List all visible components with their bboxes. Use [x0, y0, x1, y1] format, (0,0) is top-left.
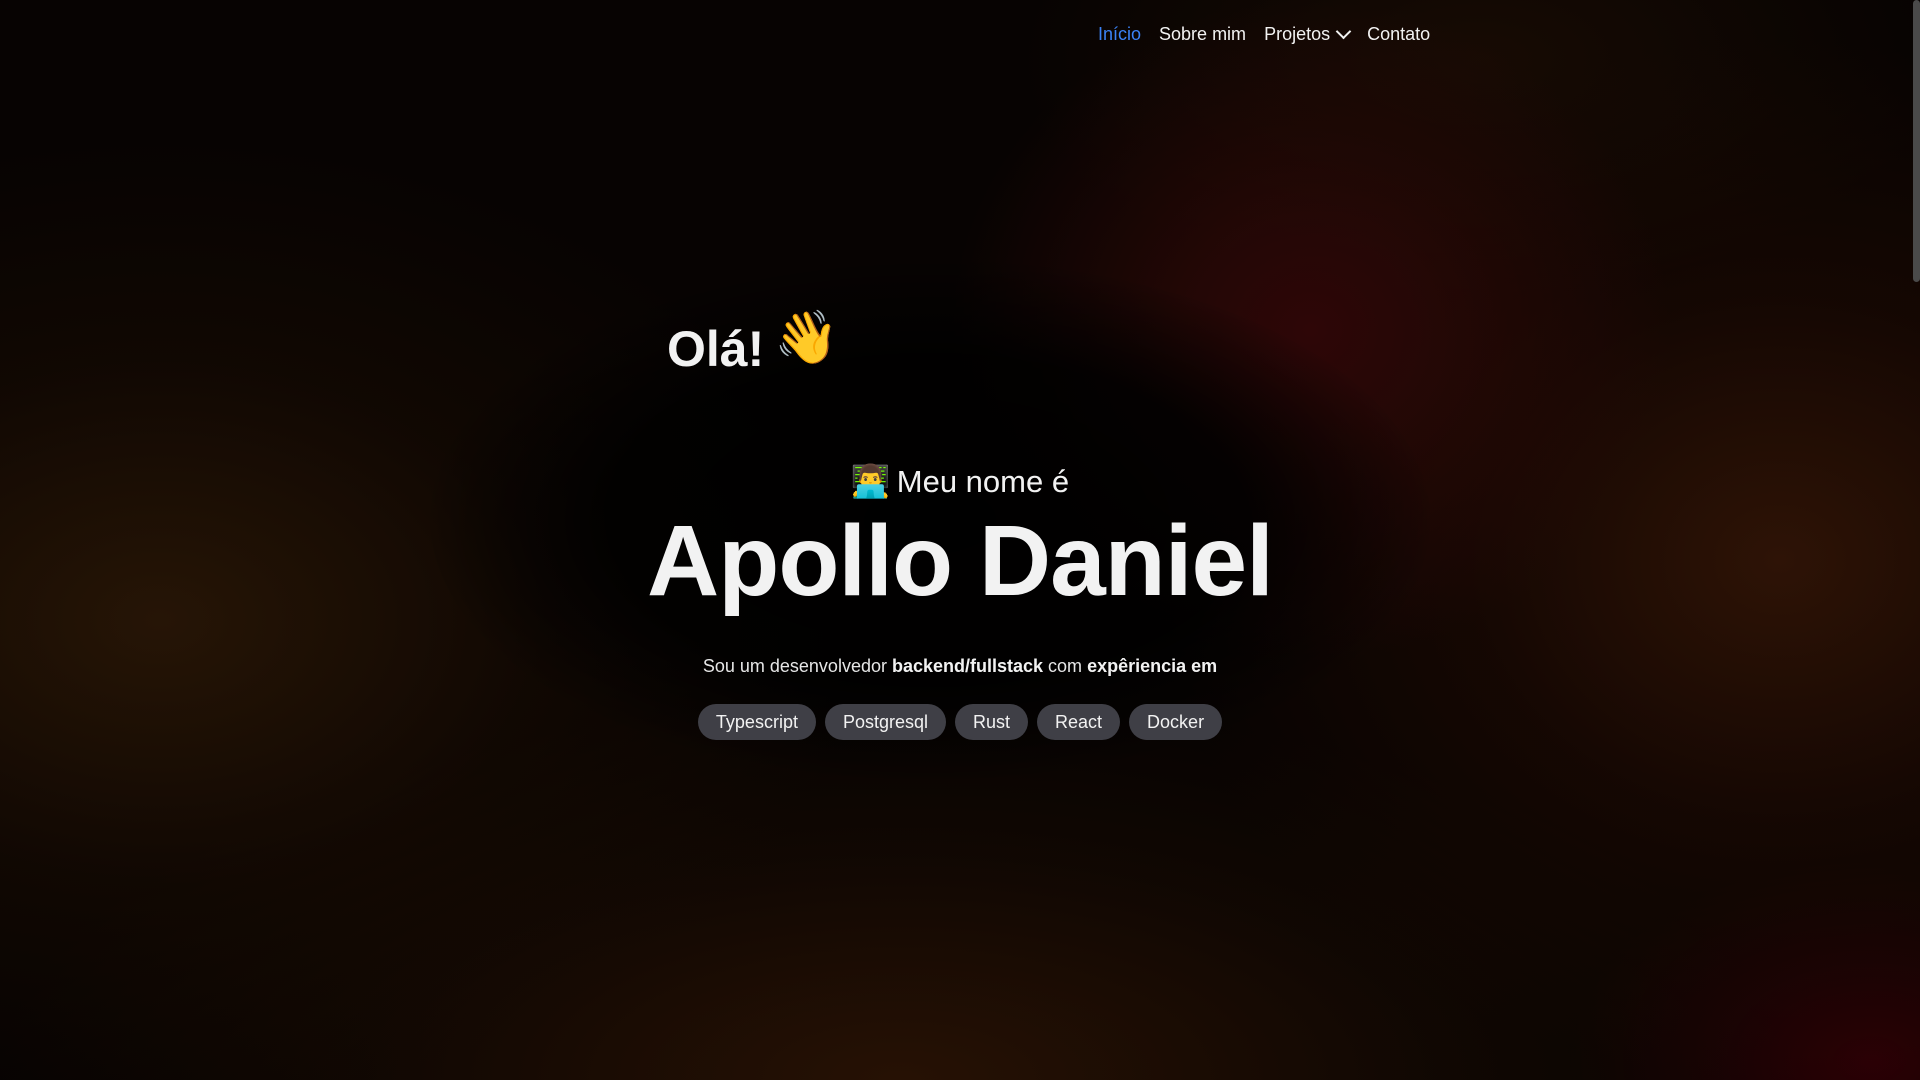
top-nav: Início Sobre mim Projetos Contato — [1098, 23, 1430, 45]
skill-tags: Typescript Postgresql Rust React Docker — [0, 704, 1920, 740]
waving-hand-icon: 👋 — [774, 309, 839, 367]
bio-text-1: Sou um desenvolvedor — [702, 656, 892, 676]
skill-tag: React — [1037, 704, 1121, 740]
intro-text: Meu nome é — [896, 464, 1070, 499]
nav-item-inicio[interactable]: Início — [1098, 24, 1141, 45]
scrollbar-thumb[interactable] — [1913, 0, 1920, 282]
scrollbar[interactable] — [1912, 0, 1920, 1080]
technologist-icon: 👨‍💻 — [850, 463, 891, 499]
skill-tag: Typescript — [697, 704, 816, 740]
greeting: Olá! 👋 — [667, 312, 839, 374]
chevron-down-icon — [1335, 23, 1352, 40]
skill-tag: Rust — [955, 704, 1029, 740]
nav-item-projetos[interactable]: Projetos — [1264, 23, 1352, 45]
hero-bio: Sou um desenvolvedor backend/fullstack c… — [0, 656, 1920, 677]
skill-tag: Postgresql — [824, 704, 946, 740]
nav-item-contato[interactable]: Contato — [1367, 24, 1430, 45]
nav-item-projetos-label: Projetos — [1264, 24, 1331, 44]
nav-item-sobre-mim[interactable]: Sobre mim — [1159, 24, 1246, 45]
intro-line: 👨‍💻 Meu nome é — [0, 462, 1920, 500]
skill-tag: Docker — [1129, 704, 1223, 740]
greeting-text: Olá! — [667, 321, 765, 377]
bio-text-2: com — [1043, 656, 1088, 676]
page: Início Sobre mim Projetos Contato Olá! 👋… — [0, 0, 1920, 1080]
bio-bold-2: expêriencia em — [1087, 656, 1218, 676]
bio-bold-1: backend/fullstack — [891, 656, 1044, 676]
hero-name: Apollo Daniel — [647, 505, 1274, 617]
